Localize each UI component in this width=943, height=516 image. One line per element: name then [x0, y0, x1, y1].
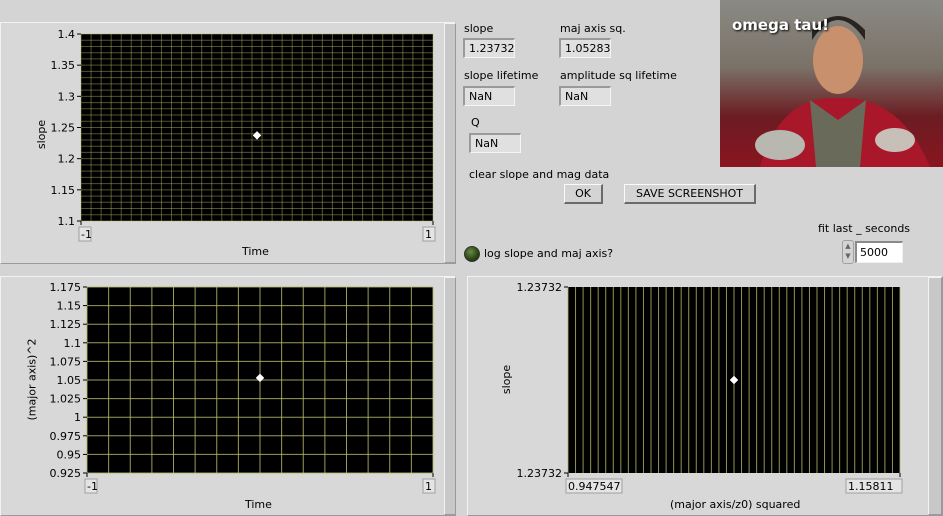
slope-label: slope — [464, 22, 494, 35]
y-tick-label: 1.075 — [50, 355, 82, 368]
major-axis-graph-y-label: (major axis)^2 — [25, 338, 39, 421]
y-tick-label: 1.15 — [57, 300, 82, 313]
y-tick-label: 1.2 — [58, 153, 76, 166]
major-axis-graph-panel: 1.175 1.15 1.125 1.1 1.075 1.05 1.025 1 0.975 0.9… — [0, 276, 456, 516]
slope-graph-panel: 1.4 1.35 1.3 1.25 1.2 1.15 1.1 -1 1 Time slope — [0, 22, 456, 264]
x-tick-label: 1 — [425, 228, 432, 241]
y-tick-label: 0.925 — [50, 467, 82, 480]
y-tick-label: 1.1 — [58, 215, 76, 228]
slope-lifetime-indicator: NaN — [463, 86, 515, 106]
major-axis-graph-x-label: Time — [245, 498, 272, 511]
major-axis-graph: 1.175 1.15 1.125 1.1 1.075 1.05 1.025 1 0.975 0.9… — [50, 281, 436, 494]
log-slope-label: log slope and maj axis? — [484, 247, 614, 260]
slope-vs-axis-graph-y-label: slope — [500, 364, 514, 395]
slope-lifetime-label: slope lifetime — [464, 69, 539, 82]
q-indicator: NaN — [469, 133, 521, 153]
slope-graph: 1.4 1.35 1.3 1.25 1.2 1.15 1.1 -1 1 — [51, 28, 436, 242]
slope-graph-y-label: slope — [35, 119, 49, 150]
log-slope-led[interactable] — [464, 246, 480, 262]
y-tick-label: 0.975 — [50, 430, 82, 443]
y-tick-label: 1.05 — [57, 374, 82, 387]
x-tick-label: 0.947547 — [568, 480, 621, 493]
y-tick-label: 1.23732 — [517, 467, 563, 480]
fit-seconds-label: fit last _ seconds — [818, 222, 911, 235]
maj-axis-sq-indicator: 1.05283 — [559, 38, 611, 58]
y-tick-label: 1.4 — [58, 28, 76, 41]
major-axis-graph-scrollbar[interactable] — [444, 277, 456, 515]
maj-axis-sq-label: maj axis sq. — [560, 22, 626, 35]
ok-button[interactable]: OK — [564, 184, 603, 204]
y-tick-label: 1.125 — [50, 318, 82, 331]
y-tick-label: 1.1 — [64, 337, 82, 350]
fit-seconds-input[interactable]: 5000 — [855, 241, 903, 263]
slope-vs-axis-graph-panel: 1.23732 1.23732 0.947547 1.15811 (major axi… — [467, 276, 943, 516]
amplitude-sq-lifetime-indicator: NaN — [559, 86, 611, 106]
y-tick-label: 1.23732 — [517, 281, 563, 294]
x-tick-label: 1 — [425, 480, 432, 493]
clear-data-label: clear slope and mag data — [469, 168, 610, 181]
fit-seconds-stepper[interactable]: ▲ ▼ — [842, 240, 854, 264]
slope-vs-axis-graph-x-label: (major axis/z0) squared — [670, 498, 801, 511]
slope-graph-x-label: Time — [242, 245, 269, 258]
character-image: omega tau! — [720, 0, 943, 167]
y-tick-label: 1.15 — [51, 184, 76, 197]
y-tick-label: 1.35 — [51, 59, 76, 72]
x-tick-label: -1 — [81, 228, 92, 241]
x-tick-label: -1 — [87, 480, 98, 493]
q-label: Q — [471, 116, 480, 129]
amplitude-sq-lifetime-label: amplitude sq lifetime — [560, 69, 677, 82]
y-tick-label: 1.25 — [51, 122, 76, 135]
slope-vs-axis-graph: 1.23732 1.23732 0.947547 1.15811 — [517, 281, 903, 494]
slope-indicator: 1.23732 — [463, 38, 515, 58]
y-tick-label: 1 — [74, 411, 81, 424]
y-tick-label: 1.175 — [50, 281, 82, 294]
slope-vs-axis-graph-scrollbar[interactable] — [928, 277, 942, 515]
save-screenshot-button[interactable]: SAVE SCREENSHOT — [624, 184, 756, 204]
y-tick-label: 0.95 — [57, 448, 82, 461]
y-tick-label: 1.3 — [58, 90, 76, 103]
y-tick-label: 1.025 — [50, 393, 82, 406]
slope-graph-scrollbar[interactable] — [444, 23, 456, 263]
image-caption: omega tau! — [732, 16, 830, 34]
x-tick-label: 1.15811 — [848, 480, 894, 493]
